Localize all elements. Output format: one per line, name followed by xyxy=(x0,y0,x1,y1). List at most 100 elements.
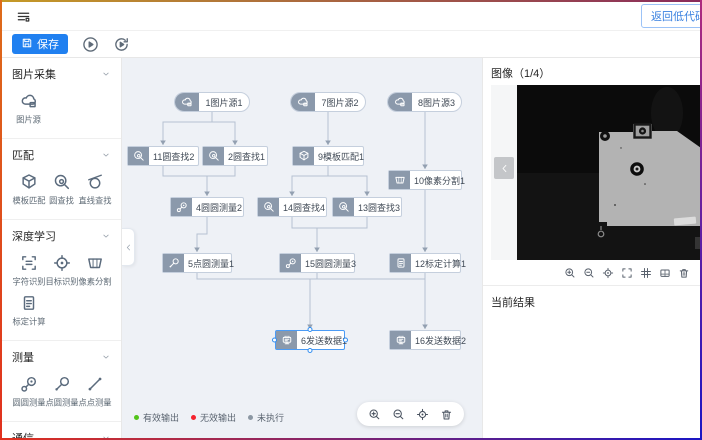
circle-find-icon xyxy=(53,173,71,191)
tool-item-label: 模板匹配 xyxy=(12,195,45,207)
image-viewer xyxy=(491,85,700,260)
delete-icon[interactable] xyxy=(440,408,453,421)
tool-item-image-source[interactable]: 图片源 xyxy=(12,92,45,126)
legend-item: 有效输出 xyxy=(134,411,179,424)
canvas-zoom-toolbar xyxy=(357,402,464,426)
fit-view-icon[interactable] xyxy=(621,267,633,279)
template-match-icon xyxy=(20,173,38,191)
flow-node-n8[interactable]: 8图片源3 xyxy=(387,92,462,112)
tool-item-pixel-segment[interactable]: 像素分割 xyxy=(78,254,111,288)
flow-node-n14[interactable]: 14圆查找4 xyxy=(257,197,327,217)
tool-item-calibration[interactable]: 标定计算 xyxy=(12,294,45,328)
flow-node-label: 16发送数据2 xyxy=(411,331,470,349)
delete-icon[interactable] xyxy=(678,267,690,279)
zoom-in-icon[interactable] xyxy=(368,408,381,421)
flow-node-label: 11圆查找2 xyxy=(149,147,198,165)
frame-border-left xyxy=(0,0,2,440)
circle-circle-measure-icon xyxy=(20,375,38,393)
legend-label: 有效输出 xyxy=(143,411,179,424)
image-compare-icon[interactable] xyxy=(659,267,671,279)
tool-item-point-circle-measure[interactable]: 点圆测量 xyxy=(45,375,78,409)
hamburger-menu-icon[interactable] xyxy=(16,9,31,24)
tool-item-target-detect[interactable]: 目标识别 xyxy=(45,254,78,288)
flow-node-n9[interactable]: 9模板匹配1 xyxy=(292,146,364,166)
circle-circle-measure-icon xyxy=(280,254,301,272)
flow-canvas[interactable]: 有效输出无效输出未执行 1图片源17图片源28图片源311圆查找22圆查找19模… xyxy=(122,58,482,438)
sidebar-section-header[interactable]: 深度学习 xyxy=(12,226,111,246)
sidebar-section-title: 深度学习 xyxy=(12,228,56,244)
sidebar-section-4: 通信 xyxy=(2,422,121,438)
camera-image[interactable] xyxy=(517,85,700,260)
protocol-icon xyxy=(276,331,297,349)
inspection-part-image xyxy=(517,85,700,260)
action-toolbar: 保存 xyxy=(2,31,700,58)
tool-item-label: 直线查找 xyxy=(78,195,111,207)
flow-node-label: 9模板匹配1 xyxy=(314,147,368,165)
results-empty-area xyxy=(483,314,700,438)
node-handle[interactable] xyxy=(308,348,313,353)
node-handle[interactable] xyxy=(308,327,313,332)
sidebar-section-header[interactable]: 图片采集 xyxy=(12,64,111,84)
locate-icon[interactable] xyxy=(416,408,429,421)
point-circle-measure-icon xyxy=(53,375,71,393)
run-once-button[interactable] xyxy=(82,36,99,53)
metal-plate xyxy=(599,124,700,226)
save-button[interactable]: 保存 xyxy=(12,34,68,54)
flow-node-n2[interactable]: 2圆查找1 xyxy=(202,146,268,166)
flow-node-label: 2圆查找1 xyxy=(224,147,269,165)
chevron-down-icon xyxy=(101,352,111,362)
flow-node-n13[interactable]: 13圆查找3 xyxy=(332,197,402,217)
save-icon xyxy=(21,37,33,52)
node-handle[interactable] xyxy=(343,338,348,343)
frame-border-top xyxy=(0,0,702,2)
tool-item-label: 点圆测量 xyxy=(45,397,78,409)
crosshair-grid-icon[interactable] xyxy=(640,267,652,279)
sidebar-section-title: 图片采集 xyxy=(12,66,56,82)
point-circle-measure-icon xyxy=(163,254,184,272)
tool-item-label: 圆查找 xyxy=(49,195,74,207)
flow-node-n15[interactable]: 15圆圆测量3 xyxy=(279,253,355,273)
flow-node-n10[interactable]: 10像素分割1 xyxy=(388,170,462,190)
locate-icon[interactable] xyxy=(602,267,614,279)
sidebar-section-1: 匹配模板匹配圆查找直线查找 xyxy=(2,139,121,220)
tool-sidebar: 图片采集图片源匹配模板匹配圆查找直线查找深度学习字符识别目标识别像素分割标定计算… xyxy=(2,58,122,438)
tool-item-label: 圆圆测量 xyxy=(12,397,45,409)
flow-node-label: 4圆圆测量2 xyxy=(192,198,246,216)
circle-find-icon xyxy=(333,198,354,216)
flow-node-label: 10像素分割1 xyxy=(410,171,469,189)
tool-item-line-find[interactable]: 直线查找 xyxy=(78,173,111,207)
previous-image-button[interactable] xyxy=(494,157,514,179)
flow-node-n1[interactable]: 1图片源1 xyxy=(174,92,250,112)
flow-node-n4[interactable]: 4圆圆测量2 xyxy=(170,197,244,217)
flow-node-n6[interactable]: 6发送数据1 xyxy=(275,330,345,350)
app-root: 返回低代码 保存 图片采集图片源匹配模板匹配圆查找直线查找深度学习字符识别目标识… xyxy=(2,2,700,438)
tool-item-circle-circle-measure[interactable]: 圆圆测量 xyxy=(12,375,45,409)
tool-item-ocr[interactable]: 字符识别 xyxy=(12,254,45,288)
flow-node-n16[interactable]: 16发送数据2 xyxy=(389,330,461,350)
sidebar-section-header[interactable]: 测量 xyxy=(12,347,111,367)
image-panel-title: 图像（1/4） xyxy=(483,58,700,85)
flow-node-n12[interactable]: 12标定计算1 xyxy=(389,253,461,273)
main-body: 图片采集图片源匹配模板匹配圆查找直线查找深度学习字符识别目标识别像素分割标定计算… xyxy=(2,58,700,438)
run-continuous-button[interactable] xyxy=(113,36,130,53)
flow-node-label: 8图片源3 xyxy=(412,93,461,111)
flow-node-n11[interactable]: 11圆查找2 xyxy=(127,146,199,166)
zoom-out-icon[interactable] xyxy=(392,408,405,421)
zoom-in-icon[interactable] xyxy=(564,267,576,279)
sidebar-section-header[interactable]: 匹配 xyxy=(12,145,111,165)
flow-node-label: 7图片源2 xyxy=(315,93,365,111)
sidebar-collapse-handle[interactable] xyxy=(122,228,135,266)
tool-item-point-point-measure[interactable]: 点点测量 xyxy=(78,375,111,409)
back-to-lowcode-button[interactable]: 返回低代码 xyxy=(641,4,702,28)
tool-item-template-match[interactable]: 模板匹配 xyxy=(12,173,45,207)
zoom-out-icon[interactable] xyxy=(583,267,595,279)
tool-item-circle-find[interactable]: 圆查找 xyxy=(45,173,78,207)
legend-item: 无效输出 xyxy=(191,411,236,424)
sidebar-section-header[interactable]: 通信 xyxy=(12,428,111,438)
flow-node-n5[interactable]: 5点圆测量1 xyxy=(162,253,232,273)
node-handle[interactable] xyxy=(272,338,277,343)
flow-node-n7[interactable]: 7图片源2 xyxy=(290,92,366,112)
legend-label: 无效输出 xyxy=(200,411,236,424)
target-detect-icon xyxy=(53,254,71,272)
flow-node-label: 15圆圆测量3 xyxy=(301,254,360,272)
